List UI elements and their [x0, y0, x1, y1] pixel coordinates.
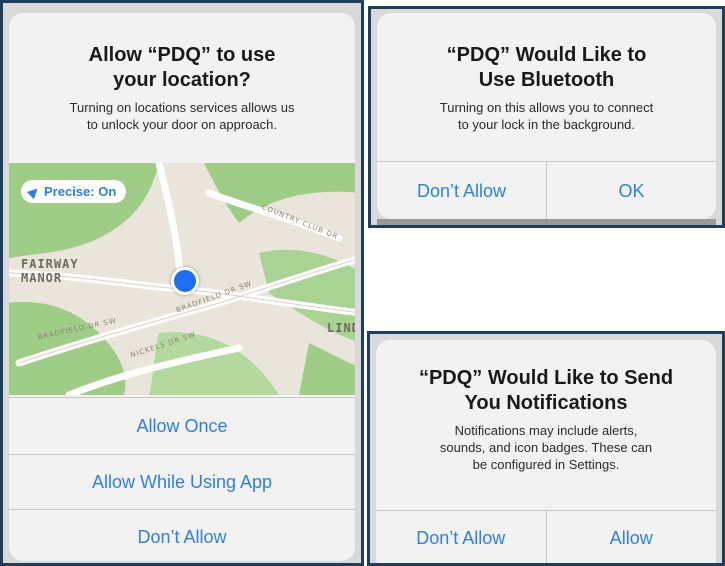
alert-message-line: to your lock in the background. — [457, 117, 636, 132]
dont-allow-button[interactable]: Don’t Allow — [377, 162, 546, 219]
alert-title-line: “PDQ” Would Like to Send — [418, 367, 674, 389]
precise-location-toggle[interactable]: Precise: On — [21, 180, 127, 203]
location-map[interactable]: Precise: On FAIRWAY MANOR LIND COUNTRY C… — [9, 163, 355, 395]
location-arrow-icon — [26, 184, 42, 199]
alert-message: Turning on locations services allows us … — [9, 99, 355, 133]
allow-button[interactable]: Allow — [545, 511, 717, 563]
location-permission-panel: Allow “PDQ” to use your location? Turnin… — [0, 0, 364, 566]
alert-message-line: be configured in Settings. — [472, 457, 620, 472]
alert-title: “PDQ” Would Like to Use Bluetooth — [377, 43, 716, 93]
allow-while-using-app-button[interactable]: Allow While Using App — [9, 454, 355, 509]
location-alert: Allow “PDQ” to use your location? Turnin… — [9, 13, 355, 561]
alert-message: Notifications may include alerts, sounds… — [376, 422, 716, 473]
map-label-edge: LIND — [327, 321, 355, 335]
alert-message-line: Notifications may include alerts, — [454, 423, 638, 438]
allow-once-button[interactable]: Allow Once — [9, 397, 355, 454]
alert-title-line: “PDQ” Would Like to — [446, 44, 647, 66]
ok-button[interactable]: OK — [546, 162, 716, 219]
dont-allow-button[interactable]: Don’t Allow — [9, 509, 355, 561]
notifications-alert: “PDQ” Would Like to Send You Notificatio… — [376, 340, 717, 563]
precise-label: Precise: On — [44, 184, 117, 199]
alert-title: “PDQ” Would Like to Send You Notificatio… — [376, 366, 716, 416]
bluetooth-permission-panel: “PDQ” Would Like to Use Bluetooth Turnin… — [368, 6, 725, 228]
alert-title-line: You Notifications — [464, 392, 628, 414]
alert-message-line: to unlock your door on approach. — [86, 117, 278, 132]
alert-button-row: Don’t Allow OK — [377, 161, 716, 219]
map-label-line: FAIRWAY — [21, 257, 79, 271]
dont-allow-button[interactable]: Don’t Allow — [376, 511, 546, 563]
alert-title-line: your location? — [113, 69, 251, 91]
alert-title-line: Allow “PDQ” to use — [88, 44, 276, 66]
alert-message-line: sounds, and icon badges. These can — [439, 440, 653, 455]
location-dot-icon — [171, 267, 199, 295]
alert-message: Turning on this allows you to connect to… — [377, 99, 716, 133]
bluetooth-alert: “PDQ” Would Like to Use Bluetooth Turnin… — [377, 13, 716, 219]
map-label-neighborhood: FAIRWAY MANOR — [21, 257, 79, 285]
background-strip — [377, 219, 716, 225]
map-label-line: MANOR — [21, 271, 63, 285]
alert-message-line: Turning on locations services allows us — [69, 100, 295, 115]
alert-title: Allow “PDQ” to use your location? — [9, 43, 355, 93]
alert-message-line: Turning on this allows you to connect — [439, 100, 654, 115]
alert-button-row: Don’t Allow Allow — [376, 510, 717, 563]
alert-title-line: Use Bluetooth — [478, 69, 615, 91]
notifications-permission-panel: “PDQ” Would Like to Send You Notificatio… — [367, 331, 725, 566]
